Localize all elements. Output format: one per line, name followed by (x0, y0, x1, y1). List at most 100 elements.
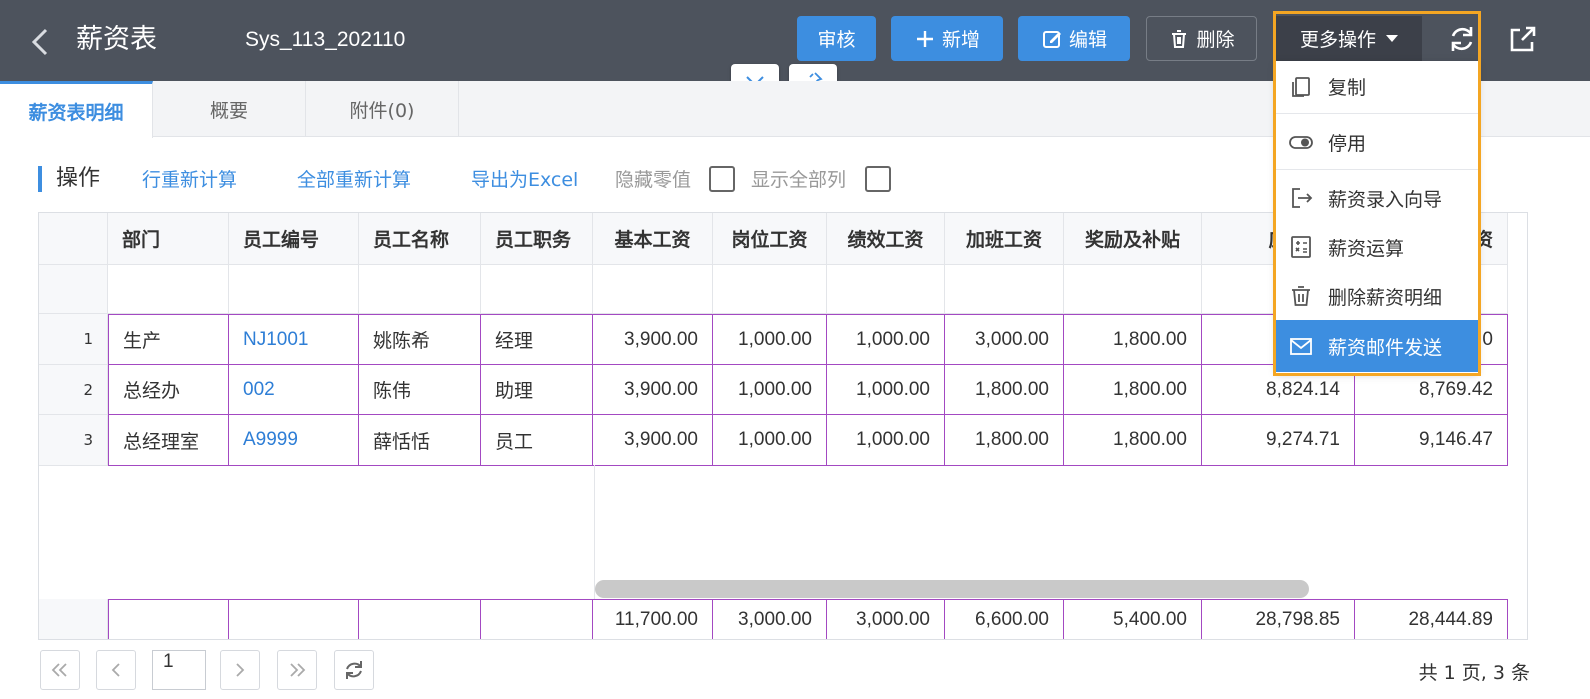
column-header[interactable]: 员工职务 (481, 213, 593, 265)
performance-salary-cell[interactable]: 1,000.00 (827, 365, 945, 415)
total-base-salary: 11,700.00 (593, 599, 713, 639)
back-arrow-icon[interactable] (26, 22, 56, 62)
double-chevron-right-icon (290, 663, 306, 677)
dept-cell[interactable]: 总经理室 (108, 415, 229, 466)
dept-cell[interactable]: 总经办 (108, 365, 229, 415)
employee-code-link[interactable]: NJ1001 (229, 314, 359, 365)
employee-code-link[interactable]: A9999 (229, 415, 359, 466)
filter-cell[interactable] (1064, 265, 1202, 314)
post-salary-cell[interactable]: 1,000.00 (713, 314, 827, 365)
audit-button[interactable]: 审核 (797, 16, 876, 61)
performance-salary-cell[interactable]: 1,000.00 (827, 314, 945, 365)
table-row[interactable]: 3 总经理室 A9999 薛恬恬 员工 3,900.00 1,000.00 1,… (39, 415, 1527, 466)
column-header[interactable]: 绩效工资 (827, 213, 945, 265)
record-code: Sys_113_202110 (245, 28, 406, 51)
show-all-columns-label: 显示全部列 (751, 169, 847, 191)
performance-salary-cell[interactable]: 1,000.00 (827, 415, 945, 466)
row-number-cell: 3 (39, 415, 108, 466)
bonus-cell[interactable]: 1,800.00 (1064, 314, 1202, 365)
last-page-button[interactable] (277, 650, 317, 690)
next-page-button[interactable] (220, 650, 260, 690)
hide-zero-checkbox[interactable] (709, 166, 735, 192)
overtime-salary-cell[interactable]: 1,800.00 (945, 415, 1064, 466)
pager-summary: 共 1 页, 3 条 (1418, 662, 1530, 684)
overtime-salary-cell[interactable]: 3,000.00 (945, 314, 1064, 365)
column-header[interactable]: 部门 (108, 213, 229, 265)
tab-label: 附件(0) (349, 99, 415, 122)
delete-button-label: 删除 (1196, 29, 1235, 51)
first-page-button[interactable] (40, 650, 80, 690)
tab-salary-detail[interactable]: 薪资表明细 (0, 81, 153, 138)
filter-cell[interactable] (108, 265, 229, 314)
employee-name-cell[interactable]: 陈伟 (359, 365, 481, 415)
base-salary-cell[interactable]: 3,900.00 (593, 365, 713, 415)
employee-title-cell[interactable]: 员工 (481, 415, 593, 466)
filter-cell[interactable] (713, 265, 827, 314)
show-all-columns-checkbox[interactable] (865, 166, 891, 192)
row-number-cell (39, 265, 108, 314)
employee-code-link[interactable]: 002 (229, 365, 359, 415)
export-excel-link[interactable]: 导出为Excel (471, 168, 578, 192)
total-net-pay: 28,444.89 (1355, 599, 1508, 639)
prev-page-button[interactable] (96, 650, 136, 690)
filter-cell[interactable] (359, 265, 481, 314)
column-header[interactable]: 奖励及补贴 (1064, 213, 1202, 265)
gross-pay-cell[interactable]: 9,274.71 (1202, 415, 1355, 466)
net-pay-cell[interactable]: 9,146.47 (1355, 415, 1508, 466)
bonus-cell[interactable]: 1,800.00 (1064, 365, 1202, 415)
employee-name-cell[interactable]: 姚陈希 (359, 314, 481, 365)
filter-cell[interactable] (945, 265, 1064, 314)
column-header[interactable]: 岗位工资 (713, 213, 827, 265)
operations-toolbar: 操作 行重新计算 全部重新计算 导出为Excel 隐藏零值 显示全部列 (38, 160, 938, 200)
hide-zero-label: 隐藏零值 (615, 169, 692, 191)
row-number-cell: 1 (39, 314, 108, 365)
post-salary-cell[interactable]: 1,000.00 (713, 365, 827, 415)
recalc-all-link[interactable]: 全部重新计算 (297, 168, 411, 192)
audit-button-label: 审核 (817, 29, 856, 51)
external-link-icon[interactable] (1506, 22, 1538, 56)
trash-icon (1172, 29, 1187, 48)
bonus-cell[interactable]: 1,800.00 (1064, 415, 1202, 466)
column-header[interactable]: 基本工资 (593, 213, 713, 265)
filter-cell[interactable] (229, 265, 359, 314)
column-header[interactable]: 员工编号 (229, 213, 359, 265)
dept-cell[interactable]: 生产 (108, 314, 229, 365)
total-cell (359, 599, 481, 639)
filter-cell[interactable] (593, 265, 713, 314)
page-title: 薪资表 (76, 24, 157, 55)
delete-button[interactable]: 删除 (1146, 16, 1257, 61)
edit-icon (1042, 30, 1061, 48)
tab-attachments[interactable]: 附件(0) (306, 81, 459, 137)
employee-title-cell[interactable]: 助理 (481, 365, 593, 415)
filter-cell[interactable] (481, 265, 593, 314)
tab-summary[interactable]: 概要 (153, 81, 306, 137)
total-cell (481, 599, 593, 639)
tab-label: 薪资表明细 (28, 101, 124, 124)
base-salary-cell[interactable]: 3,900.00 (593, 415, 713, 466)
employee-name-cell[interactable]: 薛恬恬 (359, 415, 481, 466)
column-header[interactable]: 加班工资 (945, 213, 1064, 265)
base-salary-cell[interactable]: 3,900.00 (593, 314, 713, 365)
total-overtime-salary: 6,600.00 (945, 599, 1064, 639)
recalc-row-link[interactable]: 行重新计算 (142, 168, 237, 192)
page-number-input[interactable]: 1 (152, 650, 206, 690)
add-button-label: 新增 (941, 29, 980, 51)
employee-title-cell[interactable]: 经理 (481, 314, 593, 365)
overtime-salary-cell[interactable]: 1,800.00 (945, 365, 1064, 415)
edit-button[interactable]: 编辑 (1018, 16, 1130, 61)
frozen-column-divider (594, 465, 595, 599)
post-salary-cell[interactable]: 1,000.00 (713, 415, 827, 466)
row-number-cell (39, 599, 108, 639)
chevron-right-icon (236, 663, 245, 677)
plus-icon (916, 30, 933, 47)
total-cell (108, 599, 229, 639)
column-header[interactable]: 员工名称 (359, 213, 481, 265)
total-gross-pay: 28,798.85 (1202, 599, 1355, 639)
total-bonus: 5,400.00 (1064, 599, 1202, 639)
add-button[interactable]: 新增 (891, 16, 1003, 61)
row-number-cell: 2 (39, 365, 108, 415)
tab-label: 概要 (209, 99, 248, 122)
pager-refresh-button[interactable] (334, 650, 374, 690)
horizontal-scrollbar[interactable] (595, 580, 1309, 598)
filter-cell[interactable] (827, 265, 945, 314)
